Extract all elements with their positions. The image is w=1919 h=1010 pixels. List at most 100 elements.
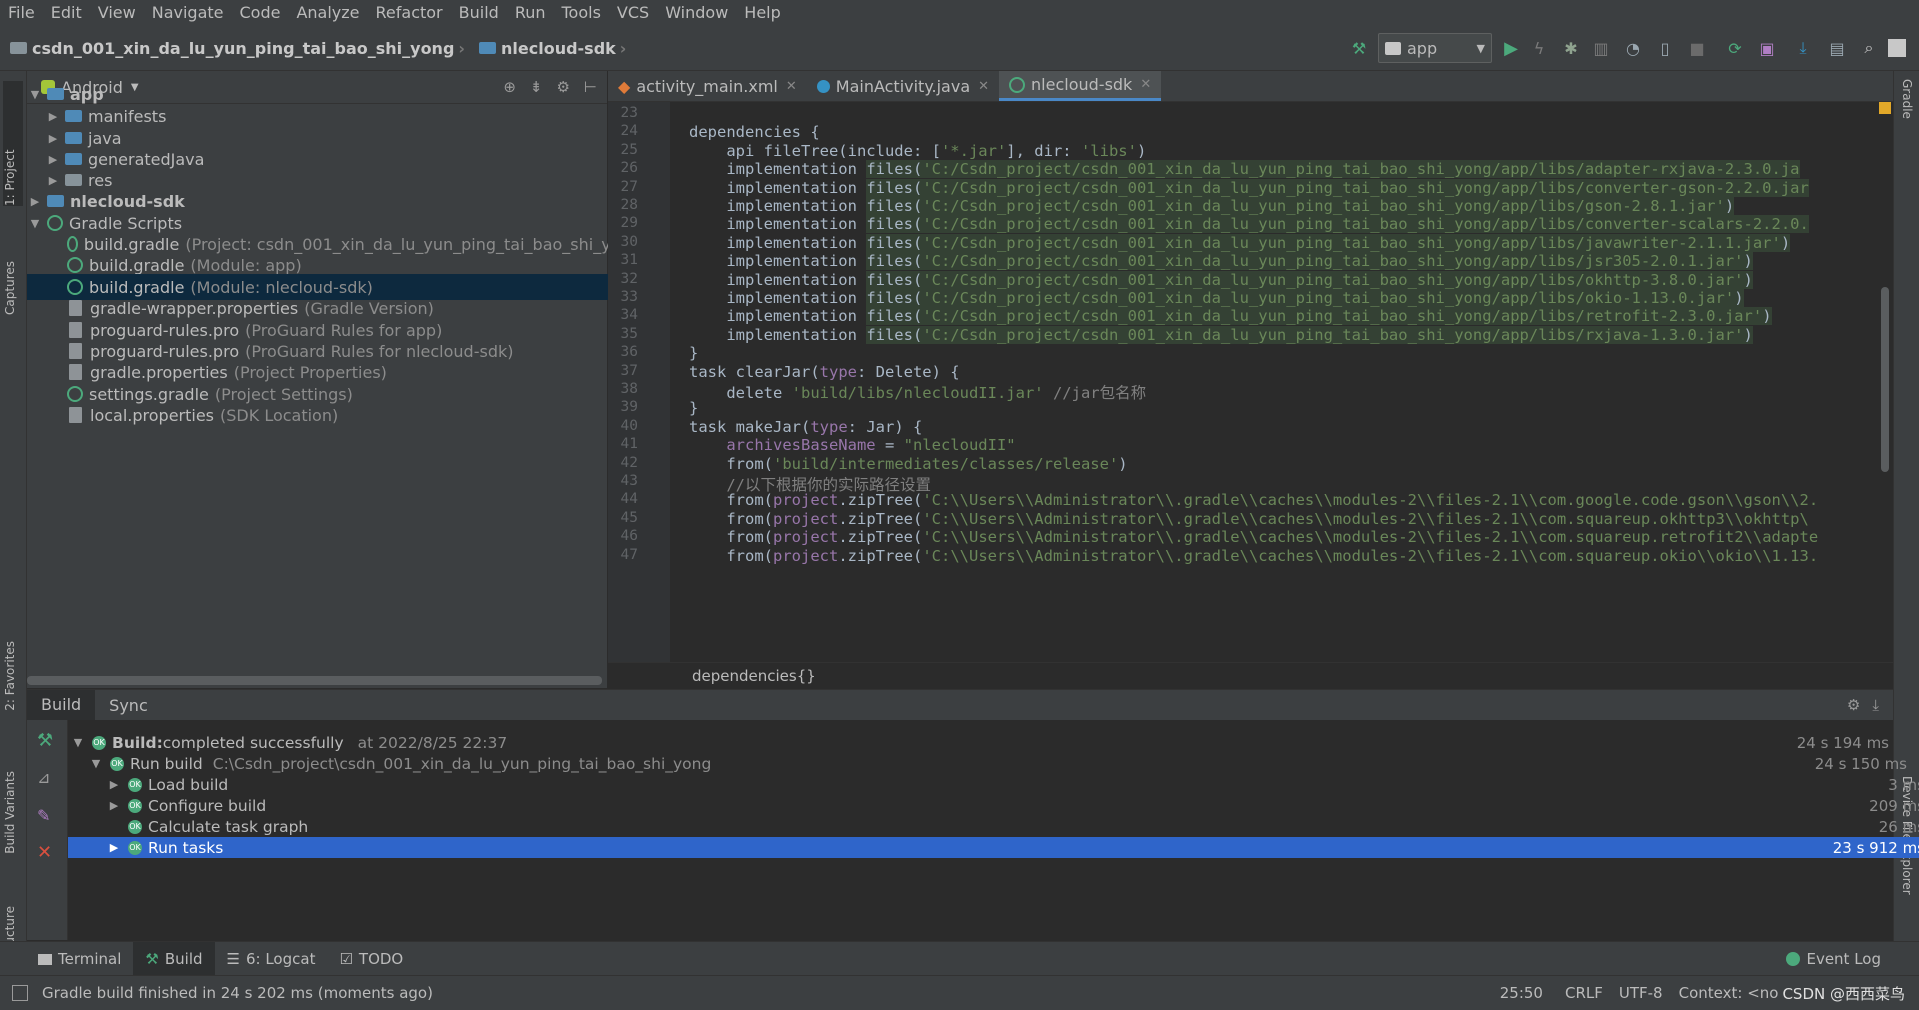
close-icon[interactable]: ✕ <box>37 842 52 863</box>
gear-icon[interactable]: ⚙ <box>1847 696 1860 714</box>
chevron-right-icon[interactable]: ▶ <box>106 778 122 791</box>
code-line[interactable]: implementation files('C:/Csdn_project/cs… <box>689 160 1800 179</box>
editor-scrollbar[interactable] <box>1878 102 1893 662</box>
tab-project[interactable]: 1: Project <box>3 81 23 206</box>
tab-activity-main-xml[interactable]: ◆ activity_main.xml ✕ <box>608 71 807 101</box>
chevron-right-icon[interactable]: ▶ <box>106 841 122 854</box>
code-line[interactable]: implementation files('C:/Csdn_project/cs… <box>689 270 1753 289</box>
breadcrumb-module[interactable]: nlecloud-sdk <box>501 39 616 58</box>
code-line[interactable]: implementation files('C:/Csdn_project/cs… <box>689 215 1809 234</box>
tab-terminal[interactable]: Terminal <box>26 942 133 976</box>
status-message[interactable]: Gradle build finished in 24 s 202 ms (mo… <box>42 984 433 1002</box>
code-line[interactable]: archivesBaseName = "nlecloudII" <box>689 436 1015 454</box>
stop-icon[interactable]: ■ <box>1686 37 1708 59</box>
menu-build[interactable]: Build <box>451 0 507 26</box>
close-icon[interactable]: ✕ <box>1140 77 1151 92</box>
build-row-configure-build[interactable]: ▶ OK Configure build 209 ms <box>68 795 1919 816</box>
code-line[interactable]: from(project.zipTree('C:\\Users\\Adminis… <box>689 547 1818 565</box>
code-line[interactable]: implementation files('C:/Csdn_project/cs… <box>689 252 1753 271</box>
tab-mainactivity-java[interactable]: MainActivity.java ✕ <box>807 71 999 101</box>
code-line[interactable]: } <box>689 399 698 417</box>
warning-marker[interactable] <box>1879 102 1891 114</box>
code-line[interactable]: api fileTree(include: ['*.jar'], dir: 'l… <box>689 142 1146 160</box>
chevron-right-icon[interactable]: ▶ <box>45 132 61 145</box>
code-line[interactable]: implementation files('C:/Csdn_project/cs… <box>689 197 1735 215</box>
chevron-right-icon[interactable]: ▶ <box>45 174 61 187</box>
avatar[interactable] <box>1888 39 1906 57</box>
code-line[interactable]: implementation files('C:/Csdn_project/cs… <box>689 178 1809 197</box>
menu-vcs[interactable]: VCS <box>609 0 657 26</box>
code-line[interactable]: implementation files('C:/Csdn_project/cs… <box>689 307 1772 326</box>
pin-icon[interactable]: ✎ <box>37 806 50 825</box>
chevron-right-icon[interactable]: ▶ <box>106 799 122 812</box>
chevron-down-icon[interactable]: ▼ <box>27 88 43 101</box>
build-row-load-build[interactable]: ▶ OK Load build 3 ms <box>68 774 1919 795</box>
sdk-manager-icon[interactable]: ⤓ <box>1792 37 1814 59</box>
menu-file[interactable]: File <box>0 0 43 26</box>
run-icon[interactable]: ▶ <box>1500 37 1522 59</box>
profile-icon[interactable]: ◔ <box>1622 37 1644 59</box>
code-line[interactable]: from(project.zipTree('C:\\Users\\Adminis… <box>689 510 1809 528</box>
close-icon[interactable]: ✕ <box>978 79 989 94</box>
code-line[interactable]: from('build/intermediates/classes/releas… <box>689 455 1127 473</box>
tab-build-variants[interactable]: Build Variants <box>3 771 17 854</box>
tree-item-local-properties[interactable]: local.properties (SDK Location) <box>27 402 649 428</box>
hide-panel-icon[interactable]: ⤓ <box>1872 696 1879 714</box>
code-line[interactable]: task makeJar(type: Jar) { <box>689 418 922 436</box>
toggle-view-icon[interactable]: ⊿ <box>37 768 50 787</box>
tab-event-log[interactable]: Event Log <box>1774 942 1893 976</box>
build-row-run-tasks[interactable]: ▶ OK Run tasks 23 s 912 ms <box>68 837 1919 858</box>
menu-view[interactable]: View <box>90 0 144 26</box>
run-config-select[interactable]: app ▼ <box>1378 33 1492 63</box>
horizontal-scrollbar[interactable] <box>27 676 602 685</box>
tab-todo[interactable]: ☑ TODO <box>327 942 415 976</box>
search-icon[interactable]: ⌕ <box>1858 37 1880 59</box>
line-separator[interactable]: CRLF <box>1565 984 1603 1002</box>
menu-window[interactable]: Window <box>657 0 736 26</box>
context-indicator[interactable]: Context: <no <box>1679 984 1779 1002</box>
code-line[interactable]: from(project.zipTree('C:\\Users\\Adminis… <box>689 491 1818 509</box>
menu-refactor[interactable]: Refactor <box>368 0 451 26</box>
build-row-build[interactable]: ▼ OK Build: completed successfully at 20… <box>68 732 1895 753</box>
sync-gradle-icon[interactable]: ⟳ <box>1724 37 1746 59</box>
tab-build-tool[interactable]: ⚒ Build <box>133 942 215 976</box>
code-line[interactable]: dependencies { <box>689 123 820 141</box>
debug-icon[interactable]: ✱ <box>1560 37 1582 59</box>
tab-captures[interactable]: Captures <box>3 261 17 315</box>
menu-help[interactable]: Help <box>736 0 788 26</box>
build-row-calculate-task-graph[interactable]: OK Calculate task graph 26 ms <box>68 816 1919 837</box>
project-structure-icon[interactable]: ▤ <box>1826 37 1848 59</box>
build-row-run-build[interactable]: ▼ OK Run build C:\Csdn_project\csdn_001_… <box>68 753 1913 774</box>
menu-run[interactable]: Run <box>507 0 554 26</box>
coverage-icon[interactable]: ▥ <box>1590 37 1612 59</box>
tab-favorites[interactable]: 2: Favorites <box>3 641 17 711</box>
chevron-right-icon[interactable]: ▶ <box>45 153 61 166</box>
chevron-down-icon[interactable]: ▼ <box>88 757 104 770</box>
menu-code[interactable]: Code <box>232 0 289 26</box>
tab-nlecloud-sdk[interactable]: nlecloud-sdk ✕ <box>999 71 1162 101</box>
chevron-down-icon[interactable]: ▼ <box>70 736 86 749</box>
menu-navigate[interactable]: Navigate <box>144 0 232 26</box>
file-encoding[interactable]: UTF-8 <box>1619 984 1663 1002</box>
attach-debugger-icon[interactable]: ▯ <box>1654 37 1676 59</box>
close-icon[interactable]: ✕ <box>786 79 797 94</box>
chevron-down-icon[interactable]: ▼ <box>27 217 43 230</box>
hammer-icon[interactable]: ⚒ <box>1348 37 1370 59</box>
code-line[interactable]: from(project.zipTree('C:\\Users\\Adminis… <box>689 528 1818 546</box>
menu-edit[interactable]: Edit <box>43 0 90 26</box>
menu-analyze[interactable]: Analyze <box>288 0 367 26</box>
editor-breadcrumb-label[interactable]: dependencies{} <box>692 667 816 685</box>
code-line[interactable]: delete 'build/libs/nlecloudII.jar' //jar… <box>689 381 1146 403</box>
code-line[interactable]: task clearJar(type: Delete) { <box>689 363 960 381</box>
code-editor[interactable]: dependencies { api fileTree(include: ['*… <box>670 102 1893 662</box>
tab-sync[interactable]: Sync <box>95 696 162 715</box>
caret-position[interactable]: 25:50 <box>1500 984 1543 1002</box>
tab-gradle[interactable]: Gradle <box>1900 79 1914 119</box>
toggle-tool-windows-icon[interactable] <box>12 985 28 1001</box>
hammer-icon[interactable]: ⚒ <box>37 730 53 751</box>
menu-tools[interactable]: Tools <box>554 0 609 26</box>
scrollbar-thumb[interactable] <box>1881 287 1889 472</box>
breadcrumb-project[interactable]: csdn_001_xin_da_lu_yun_ping_tai_bao_shi_… <box>32 39 454 58</box>
code-line[interactable]: } <box>689 344 698 362</box>
tab-build[interactable]: Build <box>27 690 96 720</box>
